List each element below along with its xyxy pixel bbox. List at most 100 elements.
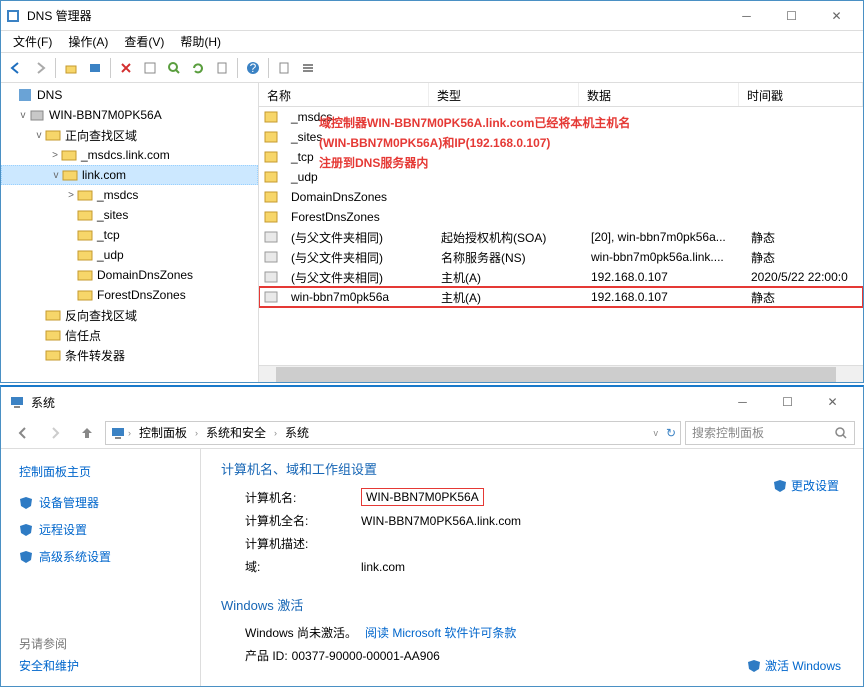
back-button[interactable]	[5, 57, 27, 79]
product-id-value: 00377-90000-00001-AA906	[292, 649, 440, 663]
tree-ddz[interactable]: DomainDnsZones	[1, 265, 258, 285]
list-body[interactable]: 域控制器WIN-BBN7M0PK56A.link.com已经将本机主机名 (WI…	[259, 107, 863, 365]
license-terms-link[interactable]: 阅读 Microsoft 软件许可条款	[365, 624, 516, 641]
list-row[interactable]: _sites	[259, 127, 863, 147]
refresh-button[interactable]	[187, 57, 209, 79]
tree-msdcs[interactable]: >_msdcs	[1, 185, 258, 205]
change-settings-link[interactable]: 更改设置	[773, 477, 839, 494]
tree-fwd-zone[interactable]: v正向查找区域	[1, 125, 258, 145]
svg-text:?: ?	[250, 61, 257, 75]
nav-forward-button[interactable]	[41, 421, 69, 445]
product-id-label: 产品 ID:	[245, 647, 288, 664]
menubar: 文件(F) 操作(A) 查看(V) 帮助(H)	[1, 31, 863, 53]
security-maintenance-link[interactable]: 安全和维护	[19, 657, 79, 674]
shield-icon	[19, 496, 33, 510]
side-nav: 控制面板主页 设备管理器 远程设置 高级系统设置 另请参阅 安全和维护	[1, 449, 201, 686]
breadcrumb[interactable]: › 控制面板 › 系统和安全 › 系统 v ↻	[105, 421, 681, 445]
close-button[interactable]: ✕	[814, 2, 859, 30]
list-header[interactable]: 名称 类型 数据 时间戳	[259, 83, 863, 107]
list-row[interactable]: _tcp	[259, 147, 863, 167]
tree-msdcs-zone[interactable]: >_msdcs.link.com	[1, 145, 258, 165]
nav-back-button[interactable]	[9, 421, 37, 445]
window-title: DNS 管理器	[27, 7, 724, 24]
label-description: 计算机描述:	[221, 535, 361, 552]
crumb-sec[interactable]: 系统和安全	[200, 424, 272, 441]
address-bar: › 控制面板 › 系统和安全 › 系统 v ↻ 搜索控制面板	[1, 417, 863, 449]
tree-root-dns[interactable]: DNS	[1, 85, 258, 105]
list-row[interactable]: (与父文件夹相同)主机(A)192.168.0.1072020/5/22 22:…	[259, 267, 863, 287]
up-button[interactable]	[60, 57, 82, 79]
sys-maximize-button[interactable]: ☐	[765, 388, 810, 416]
device-manager-link[interactable]: 设备管理器	[19, 494, 182, 511]
tree-cond[interactable]: 条件转发器	[1, 345, 258, 365]
forward-button[interactable]	[29, 57, 51, 79]
new-button[interactable]	[273, 57, 295, 79]
shield-icon	[773, 479, 787, 493]
search-icon[interactable]	[834, 426, 848, 440]
app-icon	[5, 8, 21, 24]
list-row[interactable]: _udp	[259, 167, 863, 187]
sys-close-button[interactable]: ✕	[810, 388, 855, 416]
menu-view[interactable]: 查看(V)	[116, 31, 172, 52]
dropdown-icon[interactable]: v	[653, 428, 658, 438]
shield-icon	[747, 659, 761, 673]
shield-icon	[19, 550, 33, 564]
advanced-settings-link[interactable]: 高级系统设置	[19, 548, 182, 565]
list-pane: 名称 类型 数据 时间戳 域控制器WIN-BBN7M0PK56A.link.co…	[259, 83, 863, 382]
list-row[interactable]: _msdcs	[259, 107, 863, 127]
tree-tcp[interactable]: _tcp	[1, 225, 258, 245]
tree-sites[interactable]: _sites	[1, 205, 258, 225]
menu-action[interactable]: 操作(A)	[60, 31, 116, 52]
value-computer-name: WIN-BBN7M0PK56A	[361, 488, 484, 506]
list-row[interactable]: win-bbn7m0pk56a主机(A)192.168.0.107静态	[259, 287, 863, 307]
col-data[interactable]: 数据	[579, 83, 739, 106]
label-computer-name: 计算机名:	[221, 489, 361, 506]
label-full-name: 计算机全名:	[221, 512, 361, 529]
maximize-button[interactable]: ☐	[769, 2, 814, 30]
system-icon	[9, 394, 25, 410]
titlebar: DNS 管理器 ─ ☐ ✕	[1, 1, 863, 31]
list-row[interactable]: (与父文件夹相同)起始授权机构(SOA)[20], win-bbn7m0pk56…	[259, 227, 863, 247]
filter-button[interactable]	[84, 57, 106, 79]
minimize-button[interactable]: ─	[724, 2, 769, 30]
nav-up-button[interactable]	[73, 421, 101, 445]
activate-windows-link[interactable]: 激活 Windows	[747, 657, 841, 674]
value-full-name: WIN-BBN7M0PK56A.link.com	[361, 514, 521, 528]
help-button[interactable]: ?	[242, 57, 264, 79]
export-button[interactable]	[211, 57, 233, 79]
tree-link-zone[interactable]: vlink.com	[1, 165, 258, 185]
list-row[interactable]: (与父文件夹相同)名称服务器(NS)win-bbn7m0pk56a.link..…	[259, 247, 863, 267]
refresh-icon[interactable]: ↻	[666, 426, 676, 440]
remote-settings-link[interactable]: 远程设置	[19, 521, 182, 538]
dns-manager-window: DNS 管理器 ─ ☐ ✕ 文件(F) 操作(A) 查看(V) 帮助(H) ?	[0, 0, 864, 383]
sys-window-title: 系统	[31, 394, 720, 411]
value-domain: link.com	[361, 560, 405, 574]
tree-fdz[interactable]: ForestDnsZones	[1, 285, 258, 305]
tree-udp[interactable]: _udp	[1, 245, 258, 265]
tree-pane[interactable]: DNS vWIN-BBN7M0PK56A v正向查找区域 >_msdcs.lin…	[1, 83, 259, 382]
monitor-icon	[110, 425, 126, 441]
list-button[interactable]	[297, 57, 319, 79]
tree-server[interactable]: vWIN-BBN7M0PK56A	[1, 105, 258, 125]
toolbar: ?	[1, 53, 863, 83]
tree-rev-zone[interactable]: 反向查找区域	[1, 305, 258, 325]
search-box[interactable]: 搜索控制面板	[685, 421, 855, 445]
crumb-cp[interactable]: 控制面板	[133, 424, 193, 441]
col-time[interactable]: 时间戳	[739, 83, 863, 106]
sys-minimize-button[interactable]: ─	[720, 388, 765, 416]
sys-titlebar: 系统 ─ ☐ ✕	[1, 387, 863, 417]
find-button[interactable]	[163, 57, 185, 79]
crumb-sys[interactable]: 系统	[279, 424, 315, 441]
delete-button[interactable]	[115, 57, 137, 79]
properties-button[interactable]	[139, 57, 161, 79]
activation-status: Windows 尚未激活。	[245, 624, 357, 641]
horizontal-scrollbar[interactable]	[259, 365, 863, 382]
menu-file[interactable]: 文件(F)	[5, 31, 60, 52]
tree-trust[interactable]: 信任点	[1, 325, 258, 345]
cp-home-link[interactable]: 控制面板主页	[19, 463, 182, 480]
col-type[interactable]: 类型	[429, 83, 579, 106]
col-name[interactable]: 名称	[259, 83, 429, 106]
menu-help[interactable]: 帮助(H)	[172, 31, 229, 52]
list-row[interactable]: ForestDnsZones	[259, 207, 863, 227]
list-row[interactable]: DomainDnsZones	[259, 187, 863, 207]
